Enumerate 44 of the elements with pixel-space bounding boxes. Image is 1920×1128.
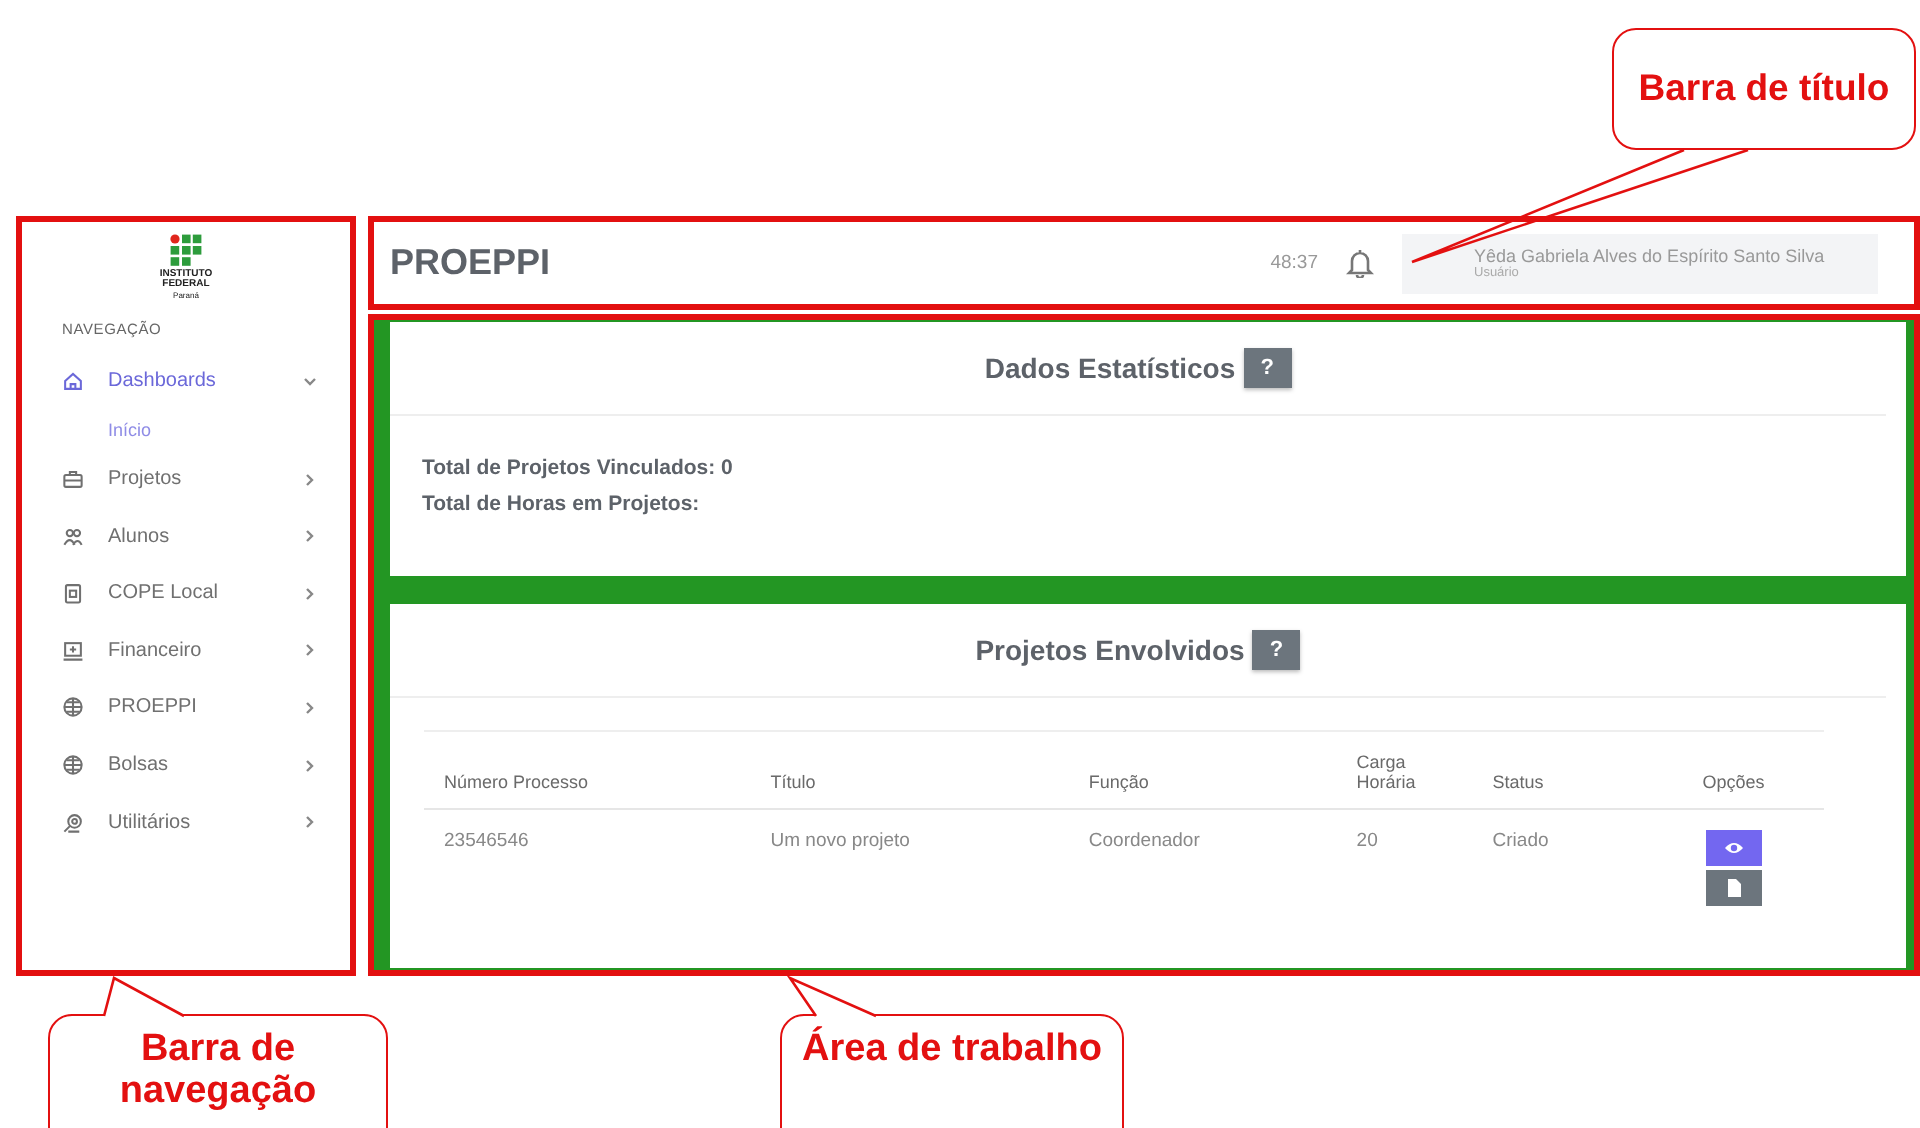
nav-item-icon bbox=[62, 639, 84, 662]
nav-item-icon bbox=[62, 696, 84, 719]
nav-item[interactable]: Dashboards bbox=[22, 353, 350, 411]
stat-text: Total de Projetos Vinculados: 0 bbox=[422, 456, 735, 480]
view-button[interactable] bbox=[1705, 830, 1762, 866]
nav-item-icon bbox=[62, 582, 84, 605]
column-header: Opções bbox=[1642, 731, 1824, 809]
page-title: PROEPPI bbox=[390, 242, 553, 284]
help-button[interactable]: ? bbox=[1252, 630, 1301, 670]
nav-item[interactable]: Bolsas bbox=[22, 736, 350, 794]
nav-item-icon bbox=[62, 370, 84, 393]
notification-bell-icon[interactable] bbox=[1346, 248, 1374, 278]
nav-item-icon bbox=[62, 468, 84, 491]
table-cell: Coordenador bbox=[1068, 809, 1337, 914]
logo-icon bbox=[169, 234, 202, 270]
nav-item[interactable]: Projetos bbox=[22, 450, 350, 508]
session-timer: 48:37 bbox=[1270, 252, 1318, 274]
help-button[interactable]: ? bbox=[1243, 348, 1292, 388]
table-cell: 23546546 bbox=[424, 809, 751, 914]
nav-item[interactable]: Utilitários bbox=[22, 793, 350, 851]
eye-icon bbox=[1723, 838, 1744, 858]
card-title: Dados Estatísticos bbox=[984, 352, 1236, 384]
nav-item[interactable]: Financeiro bbox=[22, 622, 350, 680]
nav-item-icon bbox=[62, 754, 84, 777]
table-cell: Um novo projeto bbox=[750, 809, 1069, 914]
nav-item[interactable]: Alunos bbox=[22, 507, 350, 565]
nav-item[interactable]: PROEPPI bbox=[22, 679, 350, 737]
nav-item[interactable]: COPE Local bbox=[22, 564, 350, 623]
document-button[interactable] bbox=[1705, 870, 1762, 906]
column-header: Título bbox=[750, 731, 1069, 809]
nav-subitem[interactable]: Início bbox=[22, 410, 350, 451]
table-cell: 20 bbox=[1336, 809, 1473, 914]
column-header: Status bbox=[1472, 731, 1643, 809]
nav-item-icon bbox=[62, 525, 84, 548]
card-title: Projetos Envolvidos bbox=[975, 634, 1245, 666]
table-cell: Criado bbox=[1472, 809, 1643, 914]
column-header: Função bbox=[1068, 731, 1337, 809]
stat-text: Total de Horas em Projetos: bbox=[422, 492, 702, 516]
file-icon bbox=[1723, 878, 1744, 898]
callout-label: Barra de título bbox=[1612, 28, 1916, 150]
nav-item-icon bbox=[62, 811, 84, 834]
column-header: Carga Horária bbox=[1336, 731, 1473, 809]
user-name: Yêda Gabriela Alves do Espírito Santo Silva bbox=[1474, 246, 1827, 266]
column-header: Número Processo bbox=[424, 731, 751, 809]
